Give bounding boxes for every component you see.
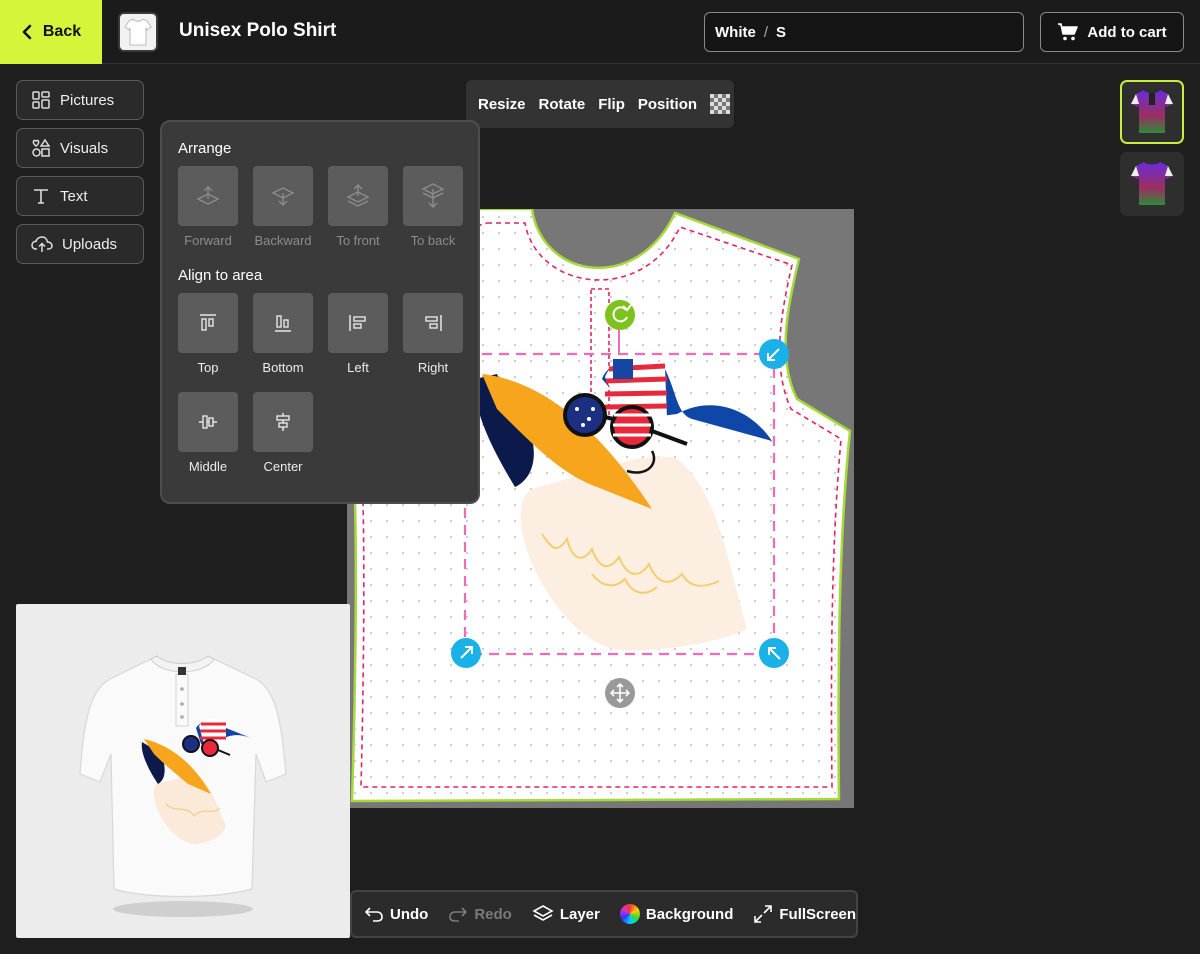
grid-icon [32,91,50,109]
color-wheel-icon [619,904,640,924]
resize-handle-bottom-left-icon[interactable] [451,638,481,668]
shirt-back-thumbnail-icon [1131,162,1173,205]
to-front-button[interactable] [328,166,388,226]
product-title: Unisex Polo Shirt [179,20,337,41]
checkerboard-icon[interactable] [710,94,731,114]
align-right-icon [425,315,442,331]
position-button[interactable]: Position [638,96,697,113]
align-center-icon [276,413,290,431]
cart-label: Add to cart [1087,23,1167,41]
align-bottom-label: Bottom [262,360,304,375]
top-bar: Back Unisex Polo Shirt White / S Add to … [0,0,1200,64]
product-thumbnail [118,12,158,52]
align-top-label: Top [197,360,219,375]
backward-button[interactable] [253,166,313,226]
layer-to-front-icon [346,184,370,207]
back-label: Back [42,23,82,40]
shirt-front-thumbnail-icon [1131,90,1173,133]
sidebar-item-label: Pictures [60,91,115,109]
align-left-button[interactable] [328,293,388,353]
layer-label: Layer [559,905,600,923]
expand-icon [754,905,773,923]
align-left-icon [349,315,366,331]
align-right-button[interactable] [403,293,463,353]
view-thumbnail-back[interactable] [1120,152,1184,216]
variant-selector[interactable]: White / S [704,12,1024,52]
bottom-toolbar: Undo Redo Layer Background FullScreen [350,890,858,938]
align-heading: Align to area [178,267,263,284]
layer-backward-icon [271,187,295,206]
align-top-button[interactable] [178,293,238,353]
rotate-button[interactable]: Rotate [539,96,586,113]
polo-mockup-image [79,655,287,917]
forward-label: Forward [184,233,232,248]
background-label: Background [645,905,734,923]
align-center-button[interactable] [253,392,313,452]
arrange-heading: Arrange [178,140,232,157]
transform-toolbar: Resize Rotate Flip Position [466,80,734,128]
align-middle-icon [199,415,217,429]
align-middle-label: Middle [188,459,228,474]
cart-icon [1058,23,1079,41]
add-to-cart-button[interactable]: Add to cart [1040,12,1184,52]
undo-label: Undo [390,905,429,923]
to-back-button[interactable] [403,166,463,226]
background-button[interactable]: Background [619,904,734,924]
chevron-left-icon [22,24,32,40]
polo-shirt-icon [124,18,152,46]
layer-forward-icon [196,186,220,205]
fullscreen-button[interactable]: FullScreen [753,904,856,924]
arrange-panel: Arrange Forward Backward To front To bac… [160,120,480,504]
resize-button[interactable]: Resize [478,96,526,113]
align-bottom-button[interactable] [253,293,313,353]
layers-icon [532,905,554,921]
sidebar-item-label: Visuals [60,139,109,157]
redo-label: Redo [474,905,512,923]
resize-handle-bottom-right-icon[interactable] [759,638,789,668]
sidebar-item-uploads[interactable]: Uploads [16,224,144,264]
sidebar-item-label: Text [60,187,88,205]
resize-handle-top-right-icon[interactable] [759,339,789,369]
rotate-handle-icon[interactable] [605,300,635,330]
sidebar-item-pictures[interactable]: Pictures [16,80,144,120]
back-button[interactable]: Back [0,0,102,64]
redo-button[interactable]: Redo [448,905,512,923]
to-front-label: To front [336,233,380,248]
align-right-label: Right [417,360,449,375]
align-top-icon [200,314,216,331]
align-bottom-icon [275,315,291,332]
redo-icon [449,907,468,922]
text-icon [34,189,48,204]
variant-separator: / [763,23,768,41]
undo-button[interactable]: Undo [364,905,428,923]
sidebar-item-visuals[interactable]: Visuals [16,128,144,168]
undo-icon [364,907,383,922]
layer-to-back-icon [421,183,445,208]
product-preview [16,604,350,938]
variant-size: S [776,23,787,41]
align-left-label: Left [347,360,369,375]
view-thumbnail-front[interactable] [1120,80,1184,144]
align-center-label: Center [263,459,303,474]
cloud-upload-icon [31,236,53,252]
shapes-icon [32,138,51,157]
variant-color: White [715,23,756,41]
flip-button[interactable]: Flip [598,96,625,113]
fullscreen-label: FullScreen [779,905,857,923]
backward-label: Backward [254,233,312,248]
forward-button[interactable] [178,166,238,226]
move-handle-icon[interactable] [605,678,635,708]
to-back-label: To back [410,233,456,248]
align-middle-button[interactable] [178,392,238,452]
layer-button[interactable]: Layer [532,904,600,924]
sidebar-item-label: Uploads [62,235,118,253]
sidebar-item-text[interactable]: Text [16,176,144,216]
